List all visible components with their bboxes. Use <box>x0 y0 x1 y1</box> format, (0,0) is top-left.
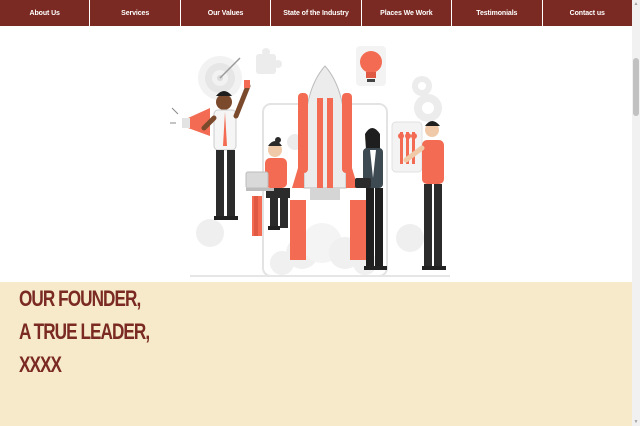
vertical-scrollbar[interactable]: ▲ ▼ <box>632 0 640 426</box>
founder-heading-line-1: OUR FOUNDER, <box>19 286 141 311</box>
scroll-up-arrow-icon[interactable]: ▲ <box>632 0 640 8</box>
hero-section <box>0 26 632 282</box>
nav-testimonials[interactable]: Testimonials <box>452 0 543 26</box>
founder-heading-line-2: A TRUE LEADER, <box>19 319 150 344</box>
top-nav: About Us Services Our Values State of th… <box>0 0 632 26</box>
tablet-icon <box>355 178 371 188</box>
puzzle-icon <box>256 48 282 74</box>
nav-places-we-work[interactable]: Places We Work <box>362 0 453 26</box>
person-megaphone <box>170 80 251 220</box>
megaphone-icon <box>170 107 210 136</box>
scrollbar-thumb[interactable] <box>633 58 639 116</box>
team-rocket-illustration <box>170 46 450 277</box>
rocket-icon <box>292 65 358 200</box>
nav-our-values[interactable]: Our Values <box>181 0 272 26</box>
nav-about-us[interactable]: About Us <box>0 0 91 26</box>
founder-section: OUR FOUNDER, A TRUE LEADER, XXXX <box>0 282 632 426</box>
nav-services[interactable]: Services <box>90 0 181 26</box>
person-laptop <box>245 137 290 236</box>
founder-heading-line-3: XXXX <box>19 352 62 377</box>
nav-contact-us[interactable]: Contact us <box>543 0 632 26</box>
lightbulb-icon <box>356 46 386 86</box>
nav-state-of-industry[interactable]: State of the Industry <box>271 0 362 26</box>
scroll-down-arrow-icon[interactable]: ▼ <box>632 418 640 426</box>
